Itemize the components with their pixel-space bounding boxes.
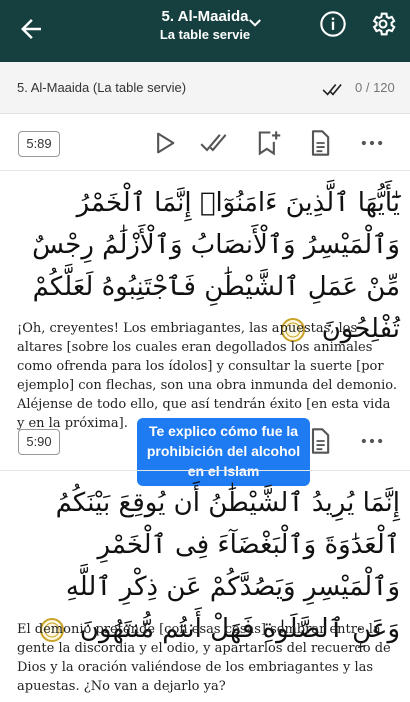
verse-number[interactable]: 5:90 bbox=[18, 429, 60, 455]
tooltip-bubble[interactable]: Te explico cómo fue la prohibición del a… bbox=[137, 418, 310, 486]
info-icon[interactable] bbox=[319, 10, 347, 38]
play-icon[interactable] bbox=[150, 129, 178, 157]
arrow-left-icon[interactable] bbox=[16, 14, 46, 44]
more-icon[interactable] bbox=[358, 427, 386, 455]
app-bar: 5. Al-Maaida La table servie bbox=[0, 0, 410, 62]
tafsir-icon[interactable] bbox=[200, 129, 228, 157]
double-check-icon bbox=[322, 83, 342, 96]
verse-translation: ¡Oh, creyentes! Los embriagantes, las ap… bbox=[17, 321, 397, 431]
divider bbox=[0, 470, 410, 471]
verse-translation: El demonio pretende [con esas cosas] sem… bbox=[17, 622, 391, 694]
gear-icon[interactable] bbox=[369, 10, 397, 38]
divider bbox=[0, 170, 410, 171]
chevron-down-icon[interactable] bbox=[246, 14, 264, 32]
document-icon[interactable] bbox=[306, 129, 334, 157]
reading-progress: 0 / 120 bbox=[355, 80, 395, 95]
more-icon[interactable] bbox=[358, 129, 386, 157]
verse-actions: 5:89 bbox=[0, 123, 410, 169]
surah-info-bar: 5. Al-Maaida (La table servie) 0 / 120 bbox=[0, 62, 410, 114]
document-icon[interactable] bbox=[306, 427, 334, 455]
surah-name: 5. Al-Maaida (La table servie) bbox=[17, 80, 187, 95]
verse-number[interactable]: 5:89 bbox=[18, 131, 60, 157]
bookmark-plus-icon[interactable] bbox=[254, 129, 282, 157]
